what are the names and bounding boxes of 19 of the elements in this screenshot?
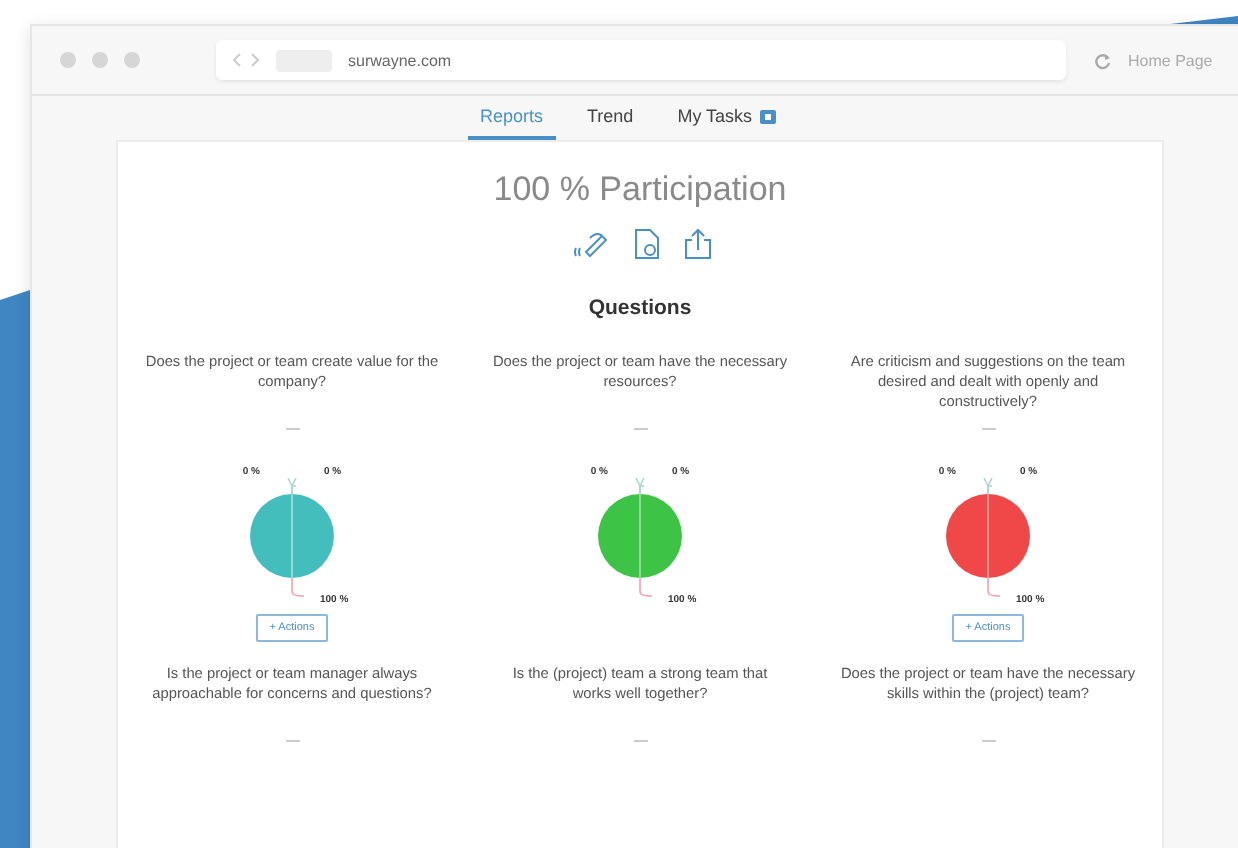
pie-slice: [946, 494, 1030, 578]
url-text: surwayne.com: [348, 51, 452, 69]
leader-line: [291, 577, 305, 597]
tab[interactable]: Trend: [575, 106, 646, 140]
pie-slice: [598, 494, 682, 578]
leader-line: [987, 577, 1001, 597]
home-page-link[interactable]: Home Page: [1128, 51, 1213, 69]
address-bar[interactable]: surwayne.com: [216, 40, 1066, 80]
tab[interactable]: My Tasks: [665, 106, 789, 140]
window-dot: [124, 52, 140, 68]
pie-slice: [250, 494, 334, 578]
document-icon[interactable]: [633, 228, 659, 260]
section-title: Questions: [588, 296, 692, 320]
participation-title: 100 % Participation: [493, 170, 787, 210]
leader-line: [639, 577, 653, 597]
reload-icon[interactable]: [1094, 51, 1112, 69]
window-dot: [60, 52, 76, 68]
window-dot: [92, 52, 108, 68]
share-icon[interactable]: [683, 228, 711, 260]
